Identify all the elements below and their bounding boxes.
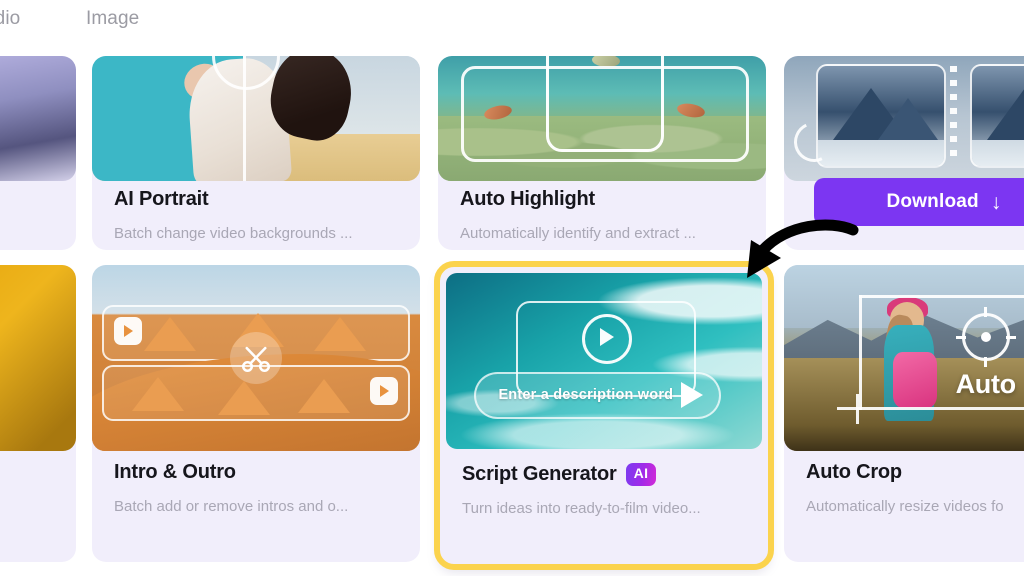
tab-audio[interactable]: udio [0, 8, 20, 30]
video-clip-icon [114, 317, 142, 345]
tool-card-grid: dat... AI Portrait Batch change video ba… [0, 46, 1024, 576]
ocean-script-thumbnail: Enter a description word [446, 273, 762, 449]
download-button[interactable]: Download ↓ [814, 178, 1024, 226]
film-strip-mountains-thumbnail [784, 56, 1024, 181]
card-title: Auto Crop [806, 461, 902, 483]
tool-card-script-generator[interactable]: Enter a description word Script Generato… [434, 261, 774, 570]
tool-card-ai-portrait[interactable]: AI Portrait Batch change video backgroun… [92, 56, 420, 250]
card-description: Automatically resize videos fo [806, 498, 1004, 515]
focus-target-icon [955, 307, 1016, 368]
card-description: Turn ideas into ready-to-film video... [462, 500, 701, 517]
card-meta: Script Generator AI Turn ideas into read… [462, 463, 754, 517]
send-arrow-icon [680, 382, 703, 409]
gold-thumbnail [0, 265, 76, 451]
card-description: Batch add or remove intros and o... [114, 498, 349, 515]
card-description: naly... [0, 475, 62, 492]
card-title: Auto Highlight [460, 188, 595, 210]
card-meta: Intro & Outro Batch add or remove intros… [114, 461, 406, 515]
card-title-row: Script Generator AI [462, 463, 754, 486]
description-input-preview: Enter a description word [474, 371, 721, 419]
video-clip-icon [370, 377, 398, 405]
tool-card-intro-outro[interactable]: Intro & Outro Batch add or remove intros… [92, 265, 420, 562]
auto-overlay-label: Auto [955, 369, 1017, 400]
card-title: Script Generator [462, 463, 617, 485]
tool-card-auto-crop[interactable]: Auto Auto Crop Automatically resize vide… [784, 265, 1024, 562]
card-description: Batch change video backgrounds ... [114, 225, 353, 242]
tools-gallery-screen: udio Image dat... [0, 0, 1024, 576]
top-tab-bar: udio Image [0, 0, 1024, 46]
card-title: Intro & Outro [114, 461, 236, 483]
tab-image[interactable]: Image [86, 8, 139, 30]
card-meta: Auto Crop Automatically resize videos fo [806, 461, 1024, 515]
sand-dunes-scissors-thumbnail [92, 265, 420, 451]
auto-crop-hiker-thumbnail: Auto [784, 265, 1024, 451]
tool-card-clipped-left-row2[interactable]: naly... [0, 265, 76, 562]
description-placeholder-text: Enter a description word [498, 387, 674, 404]
card-meta: Auto Highlight Automatically identify an… [460, 188, 752, 242]
card-description: Automatically identify and extract ... [460, 225, 696, 242]
card-meta: naly... [0, 461, 62, 492]
purple-mountain-thumbnail [0, 56, 76, 181]
download-label: Download [886, 191, 979, 212]
card-description: dat... [0, 202, 62, 219]
card-title: AI Portrait [114, 188, 209, 210]
tool-card-clipped-left-row1[interactable]: dat... [0, 56, 76, 250]
ai-portrait-thumbnail [92, 56, 420, 181]
scissors-icon [230, 332, 282, 384]
card-meta: AI Portrait Batch change video backgroun… [114, 188, 406, 242]
tool-card-auto-highlight[interactable]: Auto Highlight Automatically identify an… [438, 56, 766, 250]
underwater-highlight-thumbnail [438, 56, 766, 181]
card-meta: dat... [0, 188, 62, 219]
ai-badge: AI [625, 463, 657, 486]
download-arrow-icon: ↓ [990, 190, 1002, 214]
